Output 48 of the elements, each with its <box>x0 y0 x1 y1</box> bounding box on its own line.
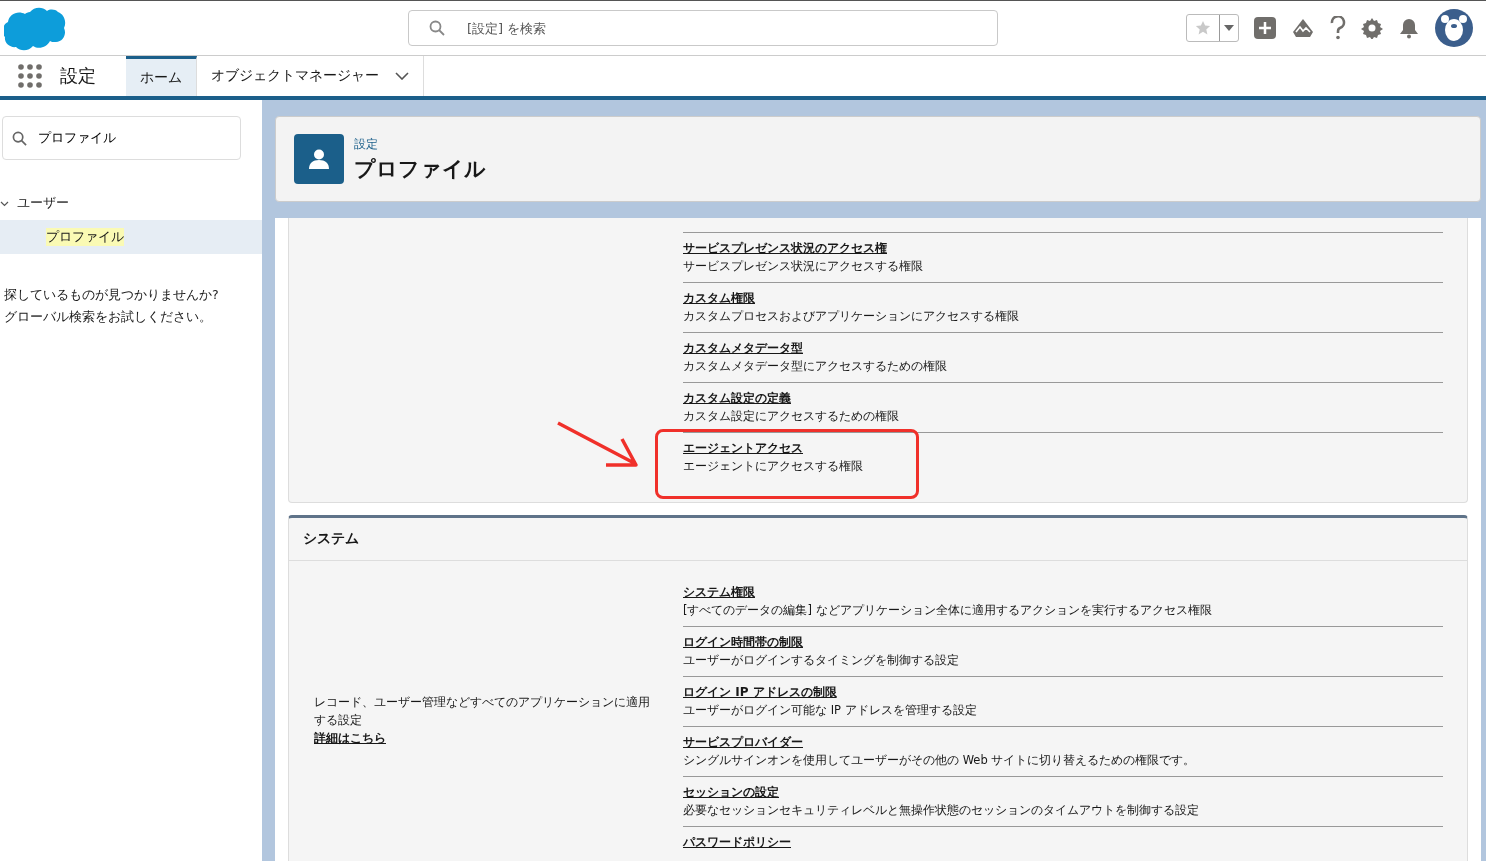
item-link[interactable]: サービスプロバイダー <box>683 733 1443 751</box>
search-icon <box>429 20 445 36</box>
item-description: シングルサインオンを使用してユーザーがその他の Web サイトに切り替えるための権限です。 <box>683 752 1197 769</box>
item-description: ユーザーがログインするタイミングを制御する設定 <box>683 652 960 669</box>
breadcrumb-link[interactable]: 設定 <box>354 135 486 153</box>
caret-icon <box>1224 25 1234 31</box>
bell-icon[interactable] <box>1398 17 1420 39</box>
item-link[interactable]: システム権限 <box>683 583 1443 601</box>
item-description: サービスプレゼンス状況にアクセスする権限 <box>683 258 924 275</box>
app-name: 設定 <box>60 64 97 88</box>
item-description: エージェントにアクセスする権限 <box>683 458 864 475</box>
section-description: レコード、ユーザー管理などすべてのアプリケーションに適用する設定 <box>314 693 651 729</box>
hint-text: 探しているものが見つかりませんか? グローバル検索をお試しください。 <box>4 286 220 326</box>
item-link[interactable]: サービスプレゼンス状況のアクセス権 <box>683 239 1443 257</box>
user-icon <box>294 134 344 184</box>
avatar-icon[interactable] <box>1435 9 1473 47</box>
mountain-icon[interactable] <box>1291 17 1315 39</box>
plus-icon[interactable] <box>1254 17 1276 39</box>
item-link[interactable]: カスタム権限 <box>683 289 1443 307</box>
item-description: [すべてのデータの編集] などアプリケーション全体に適用するアクションを実行するアクセス権限 <box>683 602 1213 619</box>
item-description: カスタムメタデータ型にアクセスするための権限 <box>683 358 948 375</box>
search-field[interactable]: [設定] を検索 <box>408 10 998 46</box>
item-link[interactable]: セッションの設定 <box>683 783 1443 801</box>
nav-tab[interactable]: オブジェクトマネージャー <box>197 56 424 96</box>
item-link[interactable]: カスタムメタデータ型 <box>683 339 1443 357</box>
item-description: ユーザーがログイン可能な IP アドレスを管理する設定 <box>683 702 978 719</box>
page-title: プロファイル <box>354 155 486 183</box>
item-description: カスタム設定にアクセスするための権限 <box>683 408 900 425</box>
help-icon[interactable] <box>1330 16 1346 40</box>
cloud-logo[interactable] <box>4 6 68 52</box>
learn-more-link[interactable]: 詳細はこちら <box>314 728 659 747</box>
tree-item[interactable]: プロファイル <box>0 220 262 254</box>
settings-icon[interactable] <box>1361 17 1383 39</box>
search-icon <box>12 131 27 146</box>
tree-node[interactable]: ユーザー <box>0 190 262 216</box>
section-title: システム <box>303 530 359 548</box>
app-launcher-icon[interactable] <box>18 64 42 88</box>
item-link[interactable]: ログイン IP アドレスの制限 <box>683 683 1443 701</box>
item-link[interactable]: エージェントアクセス <box>683 439 1443 457</box>
item-description: 必要なセッションセキュリティレベルと無操作状態のセッションのタイムアウトを制御する設定 <box>683 802 1200 819</box>
star-icon <box>1195 20 1211 36</box>
item-link[interactable]: カスタム設定の定義 <box>683 389 1443 407</box>
item-link[interactable]: パスワードポリシー <box>683 833 1443 851</box>
quick-find-field[interactable]: プロファイル <box>2 116 241 160</box>
item-link[interactable]: ログイン時間帯の制限 <box>683 633 1443 651</box>
favorites-button[interactable] <box>1186 14 1239 42</box>
nav-tab[interactable]: ホーム <box>126 56 197 96</box>
item-description: カスタムプロセスおよびアプリケーションにアクセスする権限 <box>683 308 1020 325</box>
